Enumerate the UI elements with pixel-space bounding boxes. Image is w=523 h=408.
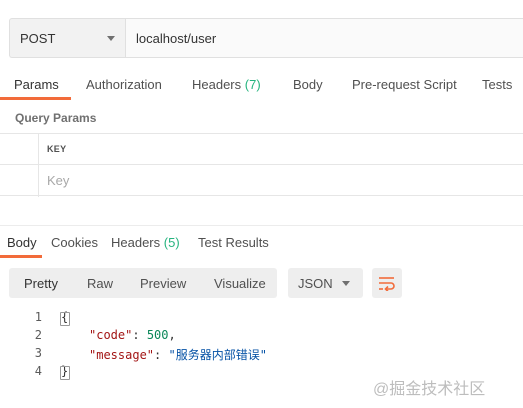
response-tab-headers[interactable]: Headers (5)	[111, 235, 180, 250]
params-table-header: KEY	[0, 134, 523, 165]
line-number: 2	[34, 328, 42, 342]
format-label: JSON	[298, 275, 333, 291]
response-tab-body[interactable]: Body	[7, 235, 37, 250]
params-table: KEY Key	[0, 133, 523, 197]
tab-params[interactable]: Params	[14, 77, 59, 92]
headers-count: (7)	[244, 77, 261, 92]
tab-body[interactable]: Body	[293, 77, 323, 92]
tab-authorization[interactable]: Authorization	[86, 77, 162, 92]
key-column-header: KEY	[47, 144, 67, 154]
json-value: 500	[146, 328, 169, 342]
tab-tests[interactable]: Tests	[482, 77, 512, 92]
json-key: "code"	[89, 328, 133, 342]
query-params-title: Query Params	[15, 111, 97, 125]
brace-highlight	[60, 312, 70, 326]
code-line: 2 "code": 500,	[0, 328, 523, 346]
active-tab-indicator	[0, 97, 71, 100]
visualize-button[interactable]: Visualize	[214, 276, 266, 291]
raw-button[interactable]: Raw	[87, 276, 113, 291]
preview-button[interactable]: Preview	[140, 276, 186, 291]
response-active-tab-indicator	[0, 255, 42, 258]
json-value: "服务器内部错误"	[168, 348, 267, 362]
line-number: 3	[34, 346, 42, 360]
key-input[interactable]: Key	[47, 173, 69, 188]
request-bar: POST localhost/user	[9, 18, 523, 58]
line-number: 1	[34, 310, 42, 324]
tab-headers[interactable]: Headers (7)	[192, 77, 261, 92]
request-tabs: Params Authorization Headers (7) Body Pr…	[0, 72, 523, 102]
watermark: @掘金技术社区	[373, 381, 486, 398]
chevron-down-icon	[342, 280, 350, 286]
format-dropdown[interactable]: JSON	[288, 268, 363, 298]
line-number: 4	[34, 364, 42, 378]
response-headers-count: (5)	[163, 235, 180, 250]
code-line: 3 "message": "服务器内部错误"	[0, 346, 523, 364]
url-value: localhost/user	[136, 30, 217, 46]
table-divider	[38, 134, 39, 197]
code-line: 1 {	[0, 310, 523, 328]
json-key: "message"	[89, 348, 155, 362]
tab-pre-request-script[interactable]: Pre-request Script	[352, 77, 457, 92]
chevron-down-icon	[107, 35, 115, 41]
method-label: POST	[20, 30, 56, 46]
params-table-row: Key	[0, 165, 523, 196]
wrap-lines-button[interactable]	[372, 268, 402, 298]
url-input[interactable]: localhost/user	[125, 18, 523, 58]
view-mode-group: Pretty Raw Preview Visualize	[9, 268, 277, 298]
response-tab-cookies[interactable]: Cookies	[51, 235, 98, 250]
method-dropdown[interactable]: POST	[9, 18, 125, 58]
wrap-lines-icon	[379, 277, 395, 291]
response-tab-test-results[interactable]: Test Results	[198, 235, 269, 250]
brace-highlight	[60, 366, 70, 380]
pretty-button[interactable]: Pretty	[24, 276, 58, 291]
response-divider	[0, 225, 523, 226]
